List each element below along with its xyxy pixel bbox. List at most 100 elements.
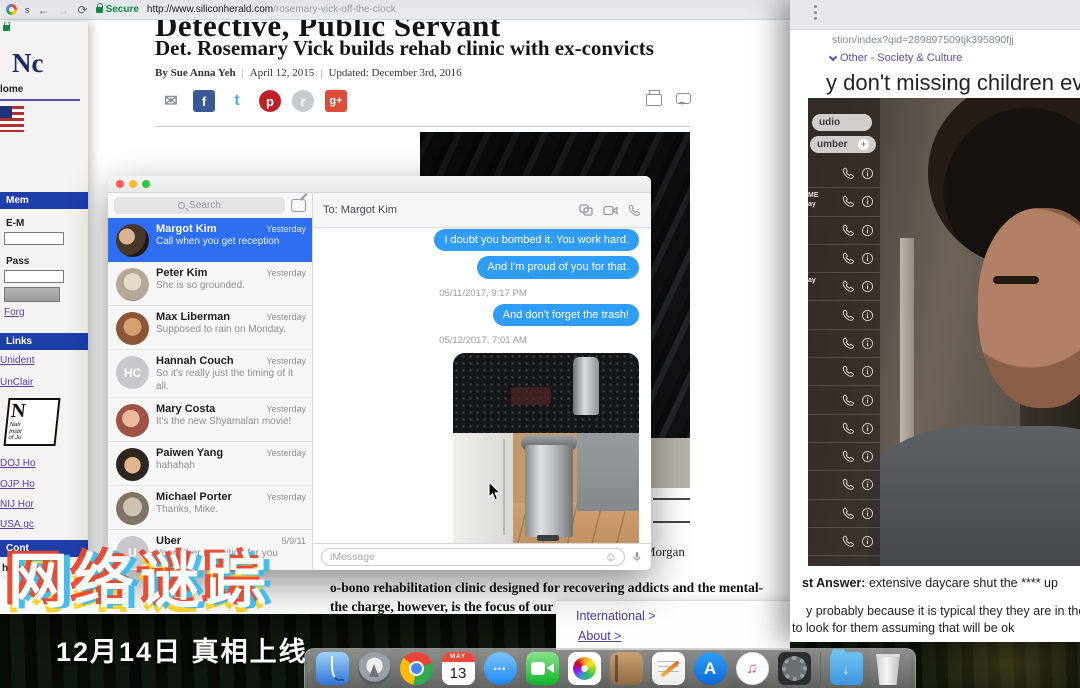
dock-photos[interactable]	[568, 652, 601, 685]
emoji-icon[interactable]: ☺	[605, 550, 617, 564]
info-icon[interactable]	[861, 478, 874, 491]
kitchen-clutter	[511, 387, 551, 405]
print-icon[interactable]	[646, 94, 662, 106]
secure-badge[interactable]: Secure	[96, 4, 139, 15]
phone-icon[interactable]	[842, 195, 855, 208]
dock-launchpad[interactable]	[358, 652, 391, 685]
footer-link-international[interactable]: International >	[576, 609, 656, 623]
reload-icon[interactable]: ⟳	[78, 4, 88, 16]
compose-icon[interactable]	[291, 199, 306, 212]
info-icon[interactable]	[861, 195, 874, 208]
minimize-button[interactable]	[129, 180, 137, 188]
phone-icon[interactable]	[842, 365, 855, 378]
login-button[interactable]	[4, 287, 60, 302]
conversation-row[interactable]: Max Liberman Yesterday Supposed to rain …	[108, 306, 312, 350]
conversation-row[interactable]: Peter Kim Yesterday She is so grounded.	[108, 262, 312, 306]
password-field[interactable]	[4, 270, 64, 283]
dock-calendar[interactable]: MAY 13	[442, 652, 475, 685]
phone-icon[interactable]	[842, 535, 855, 548]
dock-notes[interactable]	[652, 652, 685, 685]
email-field[interactable]	[4, 232, 64, 245]
info-icon[interactable]	[861, 507, 874, 520]
video-call-icon[interactable]	[603, 205, 618, 216]
phone-icon[interactable]	[842, 167, 855, 180]
info-icon[interactable]	[861, 309, 874, 322]
close-button[interactable]	[116, 180, 124, 188]
address-bar[interactable]: stion/index?qid=289897509tjk395890fjj	[832, 34, 1014, 46]
breadcrumb[interactable]: Other - Society & Culture	[830, 52, 962, 64]
message-bubble-outgoing: I doubt you bombed it. You work hard.	[434, 229, 639, 251]
phone-icon[interactable]	[842, 309, 855, 322]
social-facebook-icon[interactable]: f	[193, 90, 215, 112]
social-pinterest-icon[interactable]: p	[259, 90, 281, 112]
browser-toolbar[interactable]: s ← → ⟳ Secure http://www.siliconherald.…	[0, 0, 822, 20]
message-list[interactable]: I doubt you bombed it. You work hard.And…	[313, 228, 651, 543]
info-icon[interactable]	[861, 422, 874, 435]
phone-icon[interactable]	[842, 337, 855, 350]
call-row	[808, 415, 880, 443]
conversation-row[interactable]: Michael Porter Yesterday Thanks, Mike.	[108, 486, 312, 530]
link-ojp[interactable]: OJP Ho	[0, 479, 35, 490]
phone-icon[interactable]	[842, 252, 855, 265]
phone-icon[interactable]	[842, 422, 855, 435]
link-doj[interactable]: DOJ Ho	[0, 458, 36, 469]
zoom-button[interactable]	[142, 180, 150, 188]
link-nij[interactable]: NIJ Hor	[0, 499, 34, 510]
message-input[interactable]: iMessage ☺	[321, 548, 625, 566]
mic-icon[interactable]	[631, 550, 643, 564]
messages-titlebar[interactable]	[108, 176, 651, 193]
phone-icon[interactable]	[842, 450, 855, 463]
info-icon[interactable]	[861, 252, 874, 265]
dock-chrome[interactable]	[400, 652, 433, 685]
social-twitter-icon[interactable]: t	[226, 90, 248, 112]
social-googleplus-icon[interactable]: g+	[325, 90, 347, 112]
back-icon[interactable]: ←	[38, 4, 50, 16]
link-usa[interactable]: USA.gc	[0, 519, 34, 530]
phone-icon[interactable]	[842, 394, 855, 407]
info-icon[interactable]	[861, 280, 874, 293]
dock-downloads[interactable]	[830, 652, 863, 685]
dock-trash[interactable]	[872, 652, 905, 685]
audio-button[interactable]: udio	[812, 114, 872, 131]
conversation-avatar	[116, 448, 149, 481]
social-email-icon[interactable]: ✉	[160, 90, 182, 112]
info-icon[interactable]	[861, 224, 874, 237]
search-input[interactable]: Search	[114, 197, 285, 214]
social-reddit-icon[interactable]: r	[292, 90, 314, 112]
info-icon[interactable]	[861, 394, 874, 407]
link-unidentified[interactable]: Unident	[0, 355, 34, 366]
audio-call-icon[interactable]	[628, 204, 641, 217]
dock-itunes[interactable]	[736, 652, 769, 685]
screen-share-icon[interactable]	[579, 204, 593, 216]
add-number-button[interactable]: umber+	[810, 136, 876, 153]
dock-finder[interactable]	[316, 652, 349, 685]
nav-home-link[interactable]: lome	[0, 84, 80, 101]
address-bar[interactable]: http://www.siliconherald.com/rosemary-vi…	[147, 4, 396, 15]
dock-contacts[interactable]	[610, 652, 643, 685]
forward-icon[interactable]: →	[58, 4, 70, 16]
phone-icon[interactable]	[842, 507, 855, 520]
forgot-password-link[interactable]: Forg	[4, 307, 25, 318]
menu-kebab-icon[interactable]	[814, 5, 817, 20]
info-icon[interactable]	[861, 450, 874, 463]
phone-icon[interactable]	[842, 224, 855, 237]
phone-icon[interactable]	[842, 280, 855, 293]
conversation-row[interactable]: Margot Kim Yesterday Call when you get r…	[108, 218, 312, 262]
conversation-row[interactable]: Mary Costa Yesterday It's the new Shyama…	[108, 398, 312, 442]
info-icon[interactable]	[861, 337, 874, 350]
info-icon[interactable]	[861, 535, 874, 548]
dock-facetime[interactable]	[526, 652, 559, 685]
conversation-row[interactable]: HC Hannah Couch Yesterday So it's really…	[108, 350, 312, 398]
comment-icon[interactable]	[676, 93, 691, 104]
dock-messages[interactable]	[484, 652, 517, 685]
conversation-row[interactable]: Paiwen Yang Yesterday hahahah	[108, 442, 312, 486]
dock-system-preferences[interactable]	[778, 652, 811, 685]
info-icon[interactable]	[861, 167, 874, 180]
info-icon[interactable]	[861, 365, 874, 378]
photo-message-kitchen[interactable]	[453, 353, 639, 543]
phone-icon[interactable]	[842, 478, 855, 491]
dock-app-store[interactable]	[694, 652, 727, 685]
link-unclaimed[interactable]: UnClair	[0, 377, 33, 388]
browser-tab[interactable]: s	[25, 5, 30, 15]
footer-link-about[interactable]: About >	[578, 629, 621, 643]
